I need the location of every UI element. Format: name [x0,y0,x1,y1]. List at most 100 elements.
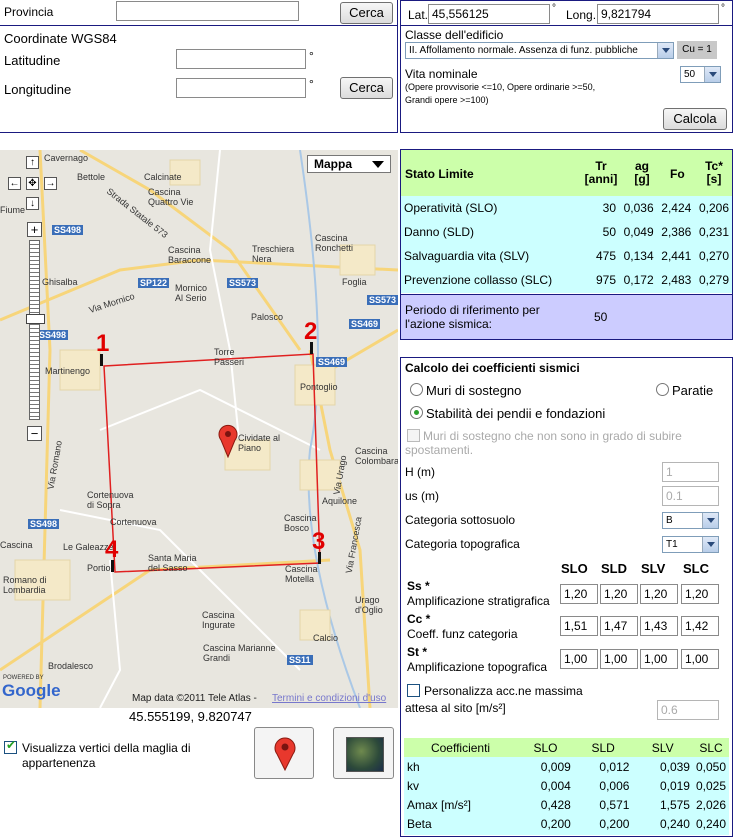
cc-slv-input[interactable] [640,616,678,636]
pan-right-icon[interactable]: → [44,177,57,190]
ss-sld-input[interactable] [600,584,638,604]
st-slo-input[interactable] [560,649,598,669]
calcola-button[interactable]: Calcola [663,108,727,130]
vita-select[interactable]: 50 [680,66,721,83]
coord-title: Coordinate WGS84 [4,31,117,46]
chevron-down-icon [657,43,673,58]
us-input[interactable] [662,486,719,506]
location-pin-icon [274,737,296,771]
cell: kv [407,778,419,793]
show-pin-button[interactable] [254,727,314,779]
cc-sub: Coeff. funz categoria [407,627,518,641]
vertex-marker-1[interactable]: 1 [96,330,109,366]
vertex-marker-2[interactable]: 2 [304,318,318,354]
col-header: Stato Limite [405,167,474,181]
cell: 475 [595,249,616,263]
map-view[interactable]: Cavernago Bettole Calcinate Cascina Quat… [0,150,398,708]
zoom-out-icon[interactable]: − [27,426,42,441]
cell: 0,134 [623,249,654,263]
radio-muri[interactable] [410,383,423,396]
cell: 0,206 [698,201,729,215]
provincia-input[interactable] [116,1,299,21]
degree-symbol: ° [552,3,556,14]
stato-table: Operatività (SLO) 30 0,036 2,424 0,206 D… [401,196,732,292]
col-header: SLV [651,740,674,755]
cc-slc-input[interactable] [681,616,719,636]
map-label: Romano di Lombardia [3,575,47,595]
zoom-in-icon[interactable]: + [27,222,42,237]
vertex-marker-4[interactable]: 4 [105,536,118,572]
lat-input[interactable] [176,49,306,69]
col-header: SLD [591,740,615,755]
lon-input[interactable] [176,78,306,98]
table-row: Coefficienti SLO SLD SLV SLC [404,738,729,757]
cerca-provincia-button[interactable]: Cerca [340,2,393,24]
map-type-button[interactable]: Mappa [307,155,391,173]
classe-value: II. Affollamento normale. Assenza di fun… [409,45,638,56]
map-label: Cascina Motella [285,564,318,584]
vertices-label: Visualizza vertici della maglia di appar… [22,741,191,770]
cell: Danno (SLD) [404,225,475,239]
road-badge: SP122 [138,278,170,288]
radio-stabilita[interactable] [410,406,423,419]
radio-paratie-label: Paratie [672,383,714,398]
cell: 0,036 [623,201,654,215]
pin-icon [318,552,321,564]
cc-slo-input[interactable] [560,616,598,636]
ss-slc-input[interactable] [681,584,719,604]
personalizza-input[interactable] [657,700,719,720]
cell: 0,270 [698,249,729,263]
pan-control: ↑ ← ✥ → ↓ [6,156,58,216]
cc-sld-input[interactable] [600,616,638,636]
cerca-coord-button[interactable]: Cerca [340,77,393,99]
pin-icon [100,354,103,366]
st-sld-input[interactable] [600,649,638,669]
cell: 0,012 [599,759,630,774]
cell: 0,279 [698,273,729,287]
satellite-view-button[interactable] [333,727,394,779]
cat-topo-value: T1 [666,539,678,550]
st-slv-input[interactable] [640,649,678,669]
radio-paratie[interactable] [656,383,669,396]
lat-value-input[interactable] [428,4,550,24]
terms-link[interactable]: Termini e condizioni d'uso [272,693,386,704]
pan-center-icon[interactable]: ✥ [26,177,39,190]
vertex-marker-3[interactable]: 3 [312,528,325,564]
classe-label: Classe dell'edificio [405,28,504,42]
vertex-label: 2 [304,318,318,345]
cell: 30 [602,201,616,215]
col-header: Fo [670,167,685,181]
cell: 0,006 [599,778,630,793]
col-header: Coefficienti [430,740,491,755]
zoom-slider[interactable] [29,240,40,420]
cat-topo-select[interactable]: T1 [662,536,719,553]
st-slc-input[interactable] [681,649,719,669]
long-value-input[interactable] [597,4,719,24]
radio-muri-label: Muri di sostegno [426,383,522,398]
google-logo[interactable]: Google [2,681,61,701]
cell: 1,575 [659,797,690,812]
pan-up-icon[interactable]: ↑ [26,156,39,169]
ss-slv-input[interactable] [640,584,678,604]
vertices-checkbox[interactable]: ✔ [4,738,17,754]
location-pin-icon[interactable] [218,424,238,458]
cat-sotto-select[interactable]: B [662,512,719,529]
cell: 975 [595,273,616,287]
cell: 0,009 [540,759,571,774]
pan-down-icon[interactable]: ↓ [26,197,39,210]
classe-select[interactable]: II. Affollamento normale. Assenza di fun… [405,42,674,59]
map-label: Calcinate [144,172,182,182]
pan-left-icon[interactable]: ← [8,177,21,190]
road-badge: SS573 [227,278,259,288]
periodo-row: Periodo di riferimento per l'azione sism… [401,294,732,339]
ss-sub: Amplificazione stratigrafica [407,594,550,608]
stato-limite-panel: Stato Limite Tr [anni] ag [g] Fo Tc* [s]… [400,149,733,340]
coefficienti-panel: Calcolo dei coefficienti sismici Muri di… [400,357,733,837]
personalizza-checkbox[interactable] [407,684,420,697]
zoom-handle[interactable] [26,314,45,324]
cell: 0,200 [540,816,571,831]
ss-slo-input[interactable] [560,584,598,604]
table-row: Salvaguardia vita (SLV) 475 0,134 2,441 … [401,244,732,268]
h-input[interactable] [662,462,719,482]
road-badge: SS498 [52,225,84,235]
